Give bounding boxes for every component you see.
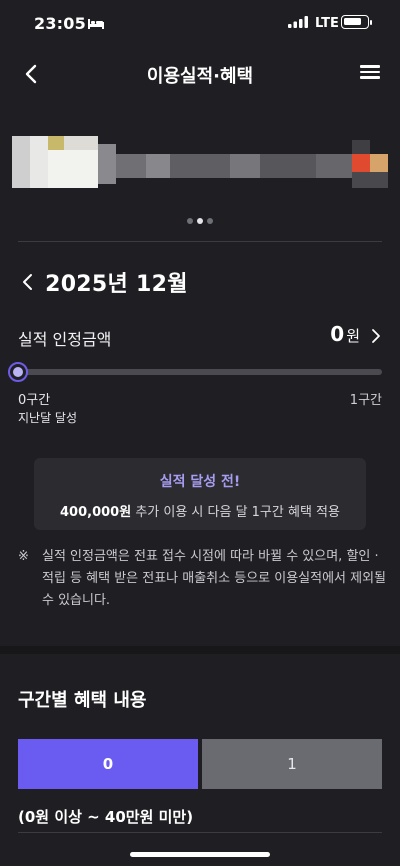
notice-amount: 400,000원 [60, 505, 132, 520]
signal-icon [288, 16, 308, 28]
amount-number: 0 [330, 322, 345, 346]
amount-label: 실적 인정금액 [18, 330, 112, 349]
divider [18, 832, 382, 833]
bed-icon [88, 19, 104, 29]
section-separator [0, 646, 400, 654]
card-carousel[interactable] [0, 130, 400, 202]
disclaimer-mark: ※ [18, 549, 29, 564]
pagination-dot-active[interactable] [197, 218, 203, 224]
tier-range-label: (0원 이상 ~ 40만원 미만) [18, 808, 194, 826]
progress-knob [8, 362, 28, 382]
benefits-section-title: 구간별 혜택 내용 [18, 690, 147, 711]
tier-tab-0[interactable]: 0 [18, 739, 198, 789]
nav-bar: 이용실적·혜택 [0, 52, 400, 96]
pagination-dot[interactable] [207, 218, 213, 224]
chevron-left-icon[interactable] [20, 272, 36, 292]
notice-desc: 400,000원 추가 이용 시 다음 달 1구간 혜택 적용 [34, 501, 366, 520]
battery-icon [341, 15, 372, 29]
amount-value: 0원 [330, 322, 360, 346]
carousel-pagination[interactable] [0, 209, 400, 228]
month-selector: 2025년 12월 [20, 266, 188, 300]
hamburger-menu-icon[interactable] [358, 62, 382, 86]
tier-end-label: 1구간 [349, 393, 382, 408]
home-indicator[interactable] [130, 852, 270, 857]
tier-start-sublabel: 지난달 달성 [18, 411, 78, 425]
disclaimer: ※ 실적 인정금액은 전표 접수 시점에 따라 바뀔 수 있으며, 할인 · 적… [18, 546, 388, 612]
status-bar: 23:05 LTE [0, 0, 400, 46]
page-title: 이용실적·혜택 [146, 66, 254, 87]
chevron-right-icon[interactable] [370, 328, 382, 344]
progress-track [18, 369, 382, 375]
divider [18, 241, 382, 242]
amount-unit: 원 [346, 327, 360, 345]
notice-box: 실적 달성 전! 400,000원 추가 이용 시 다음 달 1구간 혜택 적용 [34, 458, 366, 530]
tier-start-label: 0구간 [18, 393, 51, 408]
status-time: 23:05 [34, 14, 86, 33]
disclaimer-text: 실적 인정금액은 전표 접수 시점에 따라 바뀔 수 있으며, 할인 · 적립 … [42, 549, 387, 608]
network-label: LTE [315, 16, 339, 31]
performance-amount-row[interactable]: 실적 인정금액 0원 [18, 322, 382, 350]
notice-title: 실적 달성 전! [159, 474, 241, 490]
tier-tab-1[interactable]: 1 [202, 739, 382, 789]
pagination-dot[interactable] [187, 218, 193, 224]
notice-desc-text: 추가 이용 시 다음 달 1구간 혜택 적용 [131, 505, 340, 520]
tier-tabs: 0 1 [18, 739, 382, 789]
month-label: 2025년 12월 [45, 272, 188, 297]
